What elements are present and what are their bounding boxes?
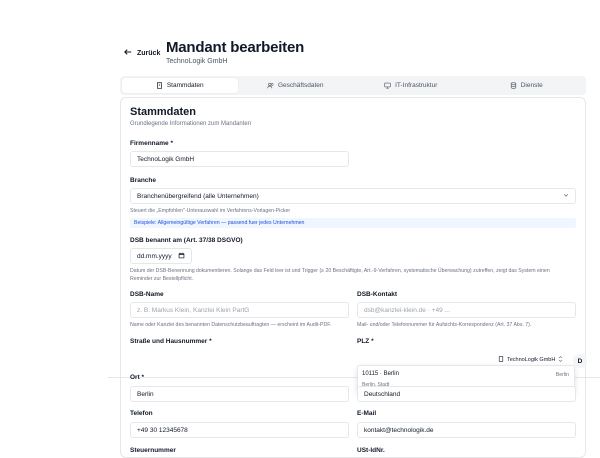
dsb-name-label: DSB-Name (130, 291, 164, 298)
dsb-date-help-1: Datum der DSB-Benennung dokumentieren. S… (130, 268, 550, 274)
branche-select[interactable]: Branchenübergreifend (alle Unternehmen) (130, 188, 576, 204)
dsb-date-help-2: Reminder zur Bestellpflicht. (130, 276, 194, 282)
branche-hint: Beispiele: Allgemeingültige Verfahren — … (130, 218, 576, 228)
tab-label: Geschäftsdaten (277, 82, 324, 89)
tab-geschaeftsdaten[interactable]: Geschäftsdaten (238, 78, 354, 93)
suggestion-tag: Berlin (555, 372, 569, 378)
tenant-label: TechnoLogik GmbH (507, 357, 556, 363)
database-icon (510, 82, 516, 89)
branche-help: Steuert die „Empfohlen"-Unterauswahl im … (130, 208, 291, 214)
tab-dienste[interactable]: Dienste (469, 78, 585, 93)
chevron-down-icon (563, 192, 569, 200)
firmenname-label: Firmenname * (130, 140, 173, 147)
page-title: Mandant bearbeiten (166, 39, 305, 56)
telefon-input[interactable]: +49 30 12345678 (130, 422, 349, 438)
telefon-label: Telefon (130, 410, 153, 417)
back-label: Zurück (137, 49, 161, 57)
land-input[interactable]: Deutschland (357, 386, 576, 402)
dsb-date-label: DSB benannt am (Art. 37/38 DSGVO) (130, 237, 243, 244)
email-input[interactable]: kontakt@technologik.de (357, 422, 576, 438)
firmenname-input[interactable]: TechnoLogik GmbH (130, 151, 349, 167)
dsb-kontakt-label: DSB-Kontakt (357, 291, 398, 298)
plz-label: PLZ * (357, 338, 374, 345)
tab-label: IT-Infrastruktur (395, 82, 438, 89)
suggestion-title[interactable]: 10115 · Berlin (362, 371, 399, 377)
arrow-left-icon (124, 48, 132, 58)
dsb-kontakt-input[interactable]: dsb@kanzlei-klein.de · +49 ... (357, 302, 576, 318)
dsb-name-input[interactable]: z. B. Markus Klein, Kanzlei Klein PartG (130, 302, 349, 318)
section-description: Grundlegende Informationen zum Mandanten (130, 121, 252, 127)
page-subtitle: TechnoLogik GmbH (166, 58, 228, 65)
tab-label: Stammdaten (166, 82, 204, 89)
branche-label: Branche (130, 177, 157, 184)
tab-it-infrastruktur[interactable]: IT-Infrastruktur (353, 78, 469, 93)
tab-bar: Stammdaten Geschäftsdaten IT-Infrastrukt… (120, 76, 586, 95)
building-icon (498, 356, 504, 364)
tab-label: Dienste (520, 82, 543, 89)
dsb-date-input[interactable]: dd.mm.yyyy (130, 248, 192, 264)
steuernummer-label: Steuernummer (130, 447, 176, 454)
ort-input[interactable]: Berlin (130, 386, 349, 402)
section-title: Stammdaten (130, 106, 197, 118)
tenant-switcher[interactable]: TechnoLogik GmbH (498, 356, 563, 364)
users-icon (267, 82, 274, 89)
building-icon (156, 82, 162, 89)
monitor-icon (384, 82, 391, 89)
chevron-updown-icon (558, 356, 563, 364)
ort-label: Ort * (130, 374, 145, 381)
avatar[interactable]: D (573, 354, 587, 368)
email-label: E-Mail (357, 410, 377, 417)
calendar-icon (178, 252, 185, 261)
dsb-kontakt-help: Mail- und/oder Telefonnummer für Aufsich… (357, 322, 532, 328)
dsb-date-value: dd.mm.yyyy (137, 252, 172, 260)
ustid-label: USt-IdNr. (357, 447, 385, 454)
branche-value: Branchenübergreifend (alle Unternehmen) (137, 192, 259, 200)
back-button[interactable]: Zurück (124, 48, 160, 58)
tab-stammdaten[interactable]: Stammdaten (122, 78, 238, 93)
strasse-label: Straße und Hausnummer * (130, 338, 212, 345)
dsb-name-help: Name oder Kanzlei des benannten Datensch… (130, 322, 332, 328)
